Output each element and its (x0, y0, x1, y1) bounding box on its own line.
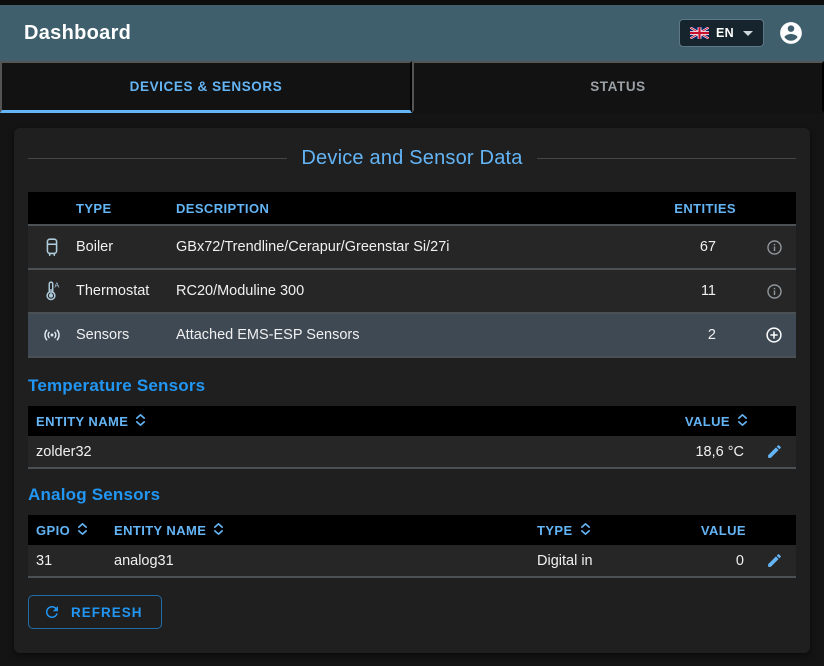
card-title: Device and Sensor Data (301, 147, 522, 170)
sensor-entity-name: zolder32 (28, 444, 622, 460)
device-entities-count: 2 (642, 327, 752, 343)
edit-pencil-icon[interactable] (752, 443, 796, 460)
device-description: RC20/Moduline 300 (176, 283, 642, 299)
device-col-type: TYPE (76, 201, 176, 216)
thermostat-icon: A (28, 280, 76, 302)
device-type: Boiler (76, 239, 176, 255)
device-entities-count: 11 (642, 283, 752, 299)
chevron-down-icon (743, 31, 753, 36)
dashboard-card: Device and Sensor Data TYPE DESCRIPTION … (14, 128, 810, 653)
language-code: EN (716, 26, 734, 40)
analog-table-header: GPIO ENTITY NAME T (28, 515, 796, 545)
device-entities-count: 67 (642, 239, 752, 255)
info-icon[interactable] (752, 239, 796, 256)
table-row-sensors[interactable]: Sensors Attached EMS-ESP Sensors 2 (28, 314, 796, 358)
language-selector[interactable]: EN (679, 19, 764, 47)
tab-bar: DEVICES & SENSORS STATUS (0, 61, 824, 113)
svg-text:A: A (54, 281, 59, 290)
boiler-icon (28, 236, 76, 258)
sort-icon (77, 522, 88, 539)
analog-sensors-heading: Analog Sensors (28, 485, 796, 505)
table-row-temperature-sensor: zolder32 18,6 °C (28, 436, 796, 469)
add-circle-icon[interactable] (752, 326, 796, 344)
table-row-thermostat[interactable]: A Thermostat RC20/Moduline 300 11 (28, 270, 796, 314)
app-bar: Dashboard EN (0, 5, 824, 61)
device-table: TYPE DESCRIPTION ENTITIES Boiler GBx72/T… (28, 192, 796, 358)
page-title: Dashboard (24, 22, 131, 45)
sort-icon (213, 522, 224, 539)
refresh-button[interactable]: REFRESH (28, 595, 162, 629)
tab-status[interactable]: STATUS (412, 61, 824, 113)
account-button[interactable] (778, 20, 804, 46)
edit-pencil-icon[interactable] (752, 552, 796, 569)
sensor-value: 0 (632, 553, 752, 569)
sensors-icon (28, 324, 76, 346)
sensor-value: 18,6 °C (622, 444, 752, 460)
uk-flag-icon (690, 27, 709, 39)
temperature-sensors-heading: Temperature Sensors (28, 376, 796, 396)
sort-header-entity-name[interactable]: ENTITY NAME (106, 522, 537, 539)
header-value: VALUE (632, 523, 752, 538)
tab-devices-sensors[interactable]: DEVICES & SENSORS (0, 61, 412, 113)
sort-header-gpio[interactable]: GPIO (28, 522, 106, 539)
sensor-type: Digital in (537, 553, 632, 569)
card-title-divider: Device and Sensor Data (28, 144, 796, 172)
account-circle-icon (778, 20, 804, 46)
sort-header-type[interactable]: TYPE (537, 522, 632, 539)
sort-icon (580, 522, 591, 539)
sensor-gpio: 31 (28, 553, 106, 569)
analog-sensors-table: GPIO ENTITY NAME T (28, 515, 796, 578)
sort-header-value[interactable]: VALUE (622, 413, 752, 430)
temperature-table-header: ENTITY NAME VALUE (28, 406, 796, 436)
device-type: Thermostat (76, 283, 176, 299)
device-col-description: DESCRIPTION (176, 201, 642, 216)
sensor-entity-name: analog31 (106, 553, 537, 569)
table-row-analog-sensor: 31 analog31 Digital in 0 (28, 545, 796, 578)
temperature-sensors-table: ENTITY NAME VALUE (28, 406, 796, 469)
info-icon[interactable] (752, 283, 796, 300)
analog-sensors-section: Analog Sensors GPIO ENTITY NAME (28, 485, 796, 578)
table-row-boiler[interactable]: Boiler GBx72/Trendline/Cerapur/Greenstar… (28, 226, 796, 270)
device-description: Attached EMS-ESP Sensors (176, 327, 642, 343)
device-col-entities: ENTITIES (642, 201, 752, 216)
sort-icon (135, 413, 146, 430)
device-description: GBx72/Trendline/Cerapur/Greenstar Si/27i (176, 239, 642, 255)
refresh-button-label: REFRESH (71, 605, 143, 620)
sort-header-entity-name[interactable]: ENTITY NAME (28, 413, 622, 430)
refresh-icon (43, 603, 61, 621)
temperature-sensors-section: Temperature Sensors ENTITY NAME VALUE (28, 376, 796, 469)
sort-icon (737, 413, 748, 430)
device-table-header: TYPE DESCRIPTION ENTITIES (28, 192, 796, 226)
device-type: Sensors (76, 327, 176, 343)
